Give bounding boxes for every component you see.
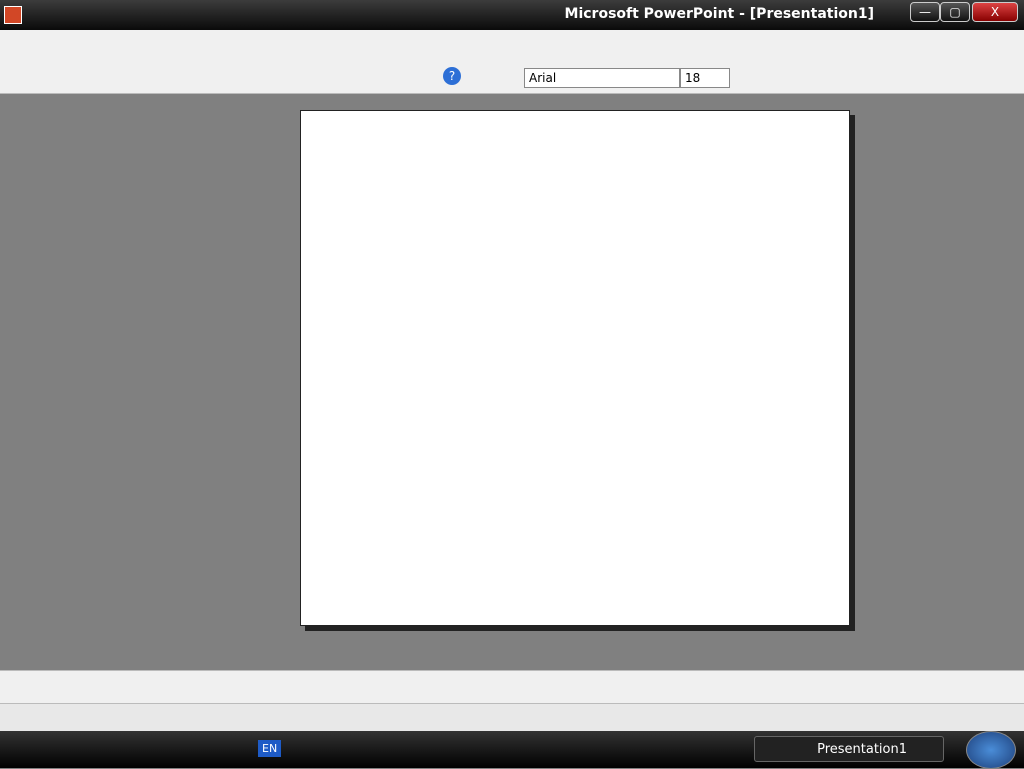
taskbar: EN Presentation1 [0, 731, 1024, 769]
menu-bar [0, 30, 1024, 62]
powerpoint-icon[interactable] [4, 6, 22, 24]
formatting-toolbar: ? Arial 18 [0, 61, 1024, 94]
title-bar: Microsoft PowerPoint - [Presentation1] —… [0, 0, 1024, 30]
status-bar [0, 703, 1024, 732]
minimize-button[interactable]: — [910, 2, 940, 22]
language-indicator[interactable]: EN [258, 740, 282, 757]
close-button[interactable]: X [972, 2, 1018, 22]
window-title: Microsoft PowerPoint - [Presentation1] [564, 6, 874, 22]
font-name-select[interactable]: Arial [524, 68, 680, 88]
slide-canvas[interactable] [300, 110, 850, 626]
drawing-toolbar [0, 670, 1024, 703]
font-size-select[interactable]: 18 [680, 68, 730, 88]
taskbar-item-presentation[interactable]: Presentation1 [754, 736, 944, 762]
start-button[interactable] [966, 731, 1016, 769]
maximize-button[interactable]: ▢ [940, 2, 970, 22]
help-icon[interactable]: ? [443, 67, 461, 85]
